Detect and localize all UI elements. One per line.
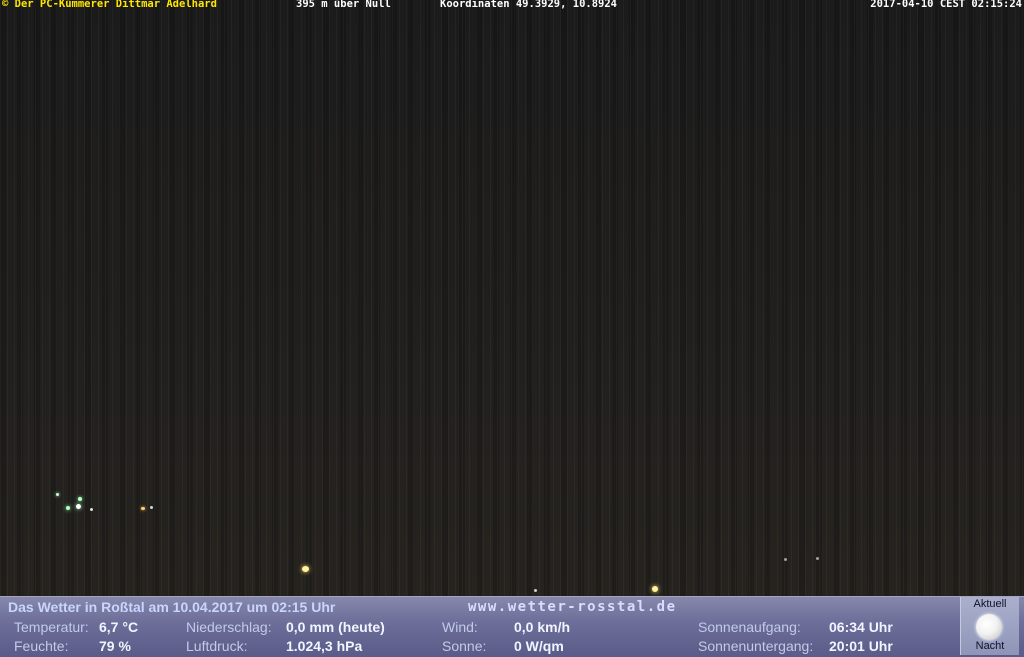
distant-light [652,586,658,592]
website-link[interactable]: www.wetter-rosstal.de [468,599,677,615]
wind-label: Wind: [442,619,478,635]
sunrise-label: Sonnenaufgang: [698,619,801,635]
distant-light [816,557,819,560]
moon-top-label: Aktuell [973,598,1007,610]
distant-light [90,508,93,511]
humidity-label: Feuchte: [14,638,69,654]
weather-headline: Das Wetter in Roßtal am 10.04.2017 um 02… [8,599,336,615]
distant-light [150,506,153,509]
distant-light [78,497,82,501]
moon-phase-panel: Aktuell Nacht [960,597,1019,655]
distant-light [534,589,537,592]
timestamp-text: 2017-04-10 CEST 02:15:24 [870,0,1022,10]
webcam-caption-bar: © Der PC-Kümmerer Dittmar Adelhard 395 m… [0,0,1024,12]
precipitation-label: Niederschlag: [186,619,272,635]
sun-value: 0 W/qm [514,638,564,654]
moon-bottom-label: Nacht [975,640,1005,652]
temperature-label: Temperatur: [14,619,89,635]
weather-info-bar: Das Wetter in Roßtal am 10.04.2017 um 02… [0,596,1024,657]
humidity-value: 79 % [99,638,131,654]
distant-light [56,493,59,496]
temperature-value: 6,7 °C [99,619,139,635]
precipitation-value: 0,0 mm (heute) [286,619,385,635]
sunrise-value: 06:34 Uhr [829,619,893,635]
coordinates-text: Koordinaten 49.3929, 10.8924 [440,0,618,10]
webcam-night-image [0,0,1024,596]
wind-value: 0,0 km/h [514,619,571,635]
copyright-text: © Der PC-Kümmerer Dittmar Adelhard [2,0,217,10]
distant-light [76,504,81,509]
sunset-value: 20:01 Uhr [829,638,893,654]
distant-light [66,506,70,510]
pressure-value: 1.024,3 hPa [286,638,363,654]
distant-light [141,507,145,510]
distant-light [302,566,309,572]
sunset-label: Sonnenuntergang: [698,638,814,654]
altitude-text: 395 m über Null [296,0,391,10]
full-moon-icon [976,614,1002,640]
distant-light [784,558,787,561]
pressure-label: Luftdruck: [186,638,248,654]
sun-label: Sonne: [442,638,487,654]
